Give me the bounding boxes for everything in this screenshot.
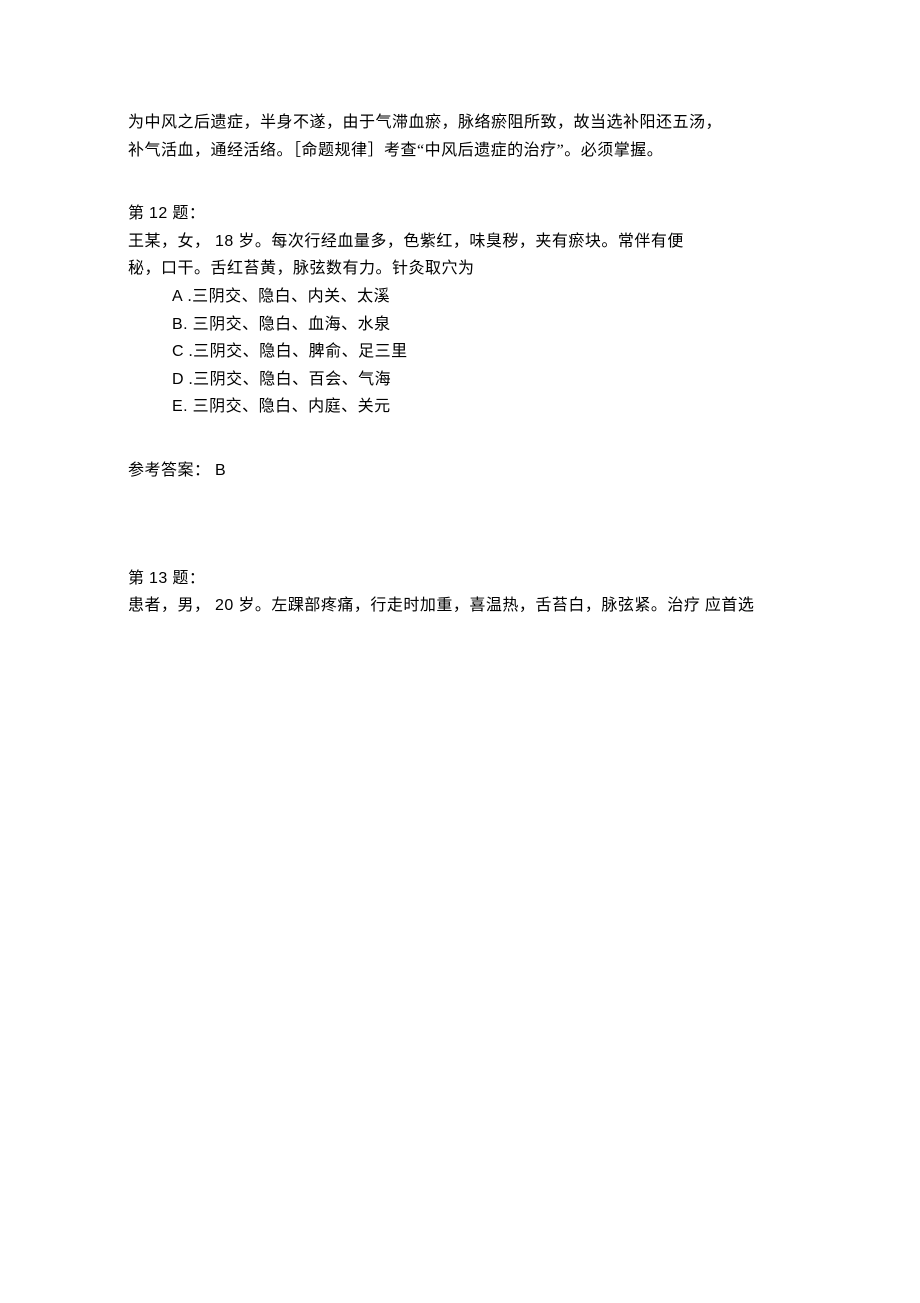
document-content: 为中风之后遗症，半身不遂，由于气滞血瘀，脉络瘀阻所致，故当选补阳还五汤， 补气活… xyxy=(0,0,920,619)
q12-answer-value: B xyxy=(215,462,226,479)
q12-header: 第 12 题： xyxy=(128,201,792,227)
q12-text-line1-a: 王某，女， xyxy=(128,233,215,250)
q13-text-a: 患者，男， xyxy=(128,597,215,614)
q12-option-a: A .三阴交、隐白、内关、太溪 xyxy=(172,284,792,310)
q13-header-num: 13 xyxy=(149,570,168,587)
q12-option-b: B. 三阴交、隐白、血海、水泉 xyxy=(172,312,792,338)
q13-header: 第 13 题： xyxy=(128,566,792,592)
q13-text-num: 20 xyxy=(215,597,234,614)
q12-text-line1-b: 岁。每次行经血量多，色紫红，味臭秽，夹有瘀块。常伴有便 xyxy=(234,233,684,250)
option-a-text: .三阴交、隐白、内关、太溪 xyxy=(183,288,390,305)
q12-header-suffix: 题： xyxy=(168,205,206,222)
q12-text-line2: 秘，口干。舌红苔黄，脉弦数有力。针灸取穴为 xyxy=(128,256,792,282)
option-b-text: 三阴交、隐白、血海、水泉 xyxy=(188,316,391,333)
q13-header-suffix: 题： xyxy=(168,570,206,587)
q12-text-line1: 王某，女， 18 岁。每次行经血量多，色紫红，味臭秽，夹有瘀块。常伴有便 xyxy=(128,229,792,255)
option-d-text: .三阴交、隐白、百会、气海 xyxy=(184,371,391,388)
q13-header-prefix: 第 xyxy=(128,570,149,587)
q13-text: 患者，男， 20 岁。左踝部疼痛，行走时加重，喜温热，舌苔白，脉弦紧。治疗 应首… xyxy=(128,593,792,619)
q12-option-e: E. 三阴交、隐白、内庭、关元 xyxy=(172,394,792,420)
q12-answer-label: 参考答案： xyxy=(128,462,215,479)
q12-option-d: D .三阴交、隐白、百会、气海 xyxy=(172,367,792,393)
option-e-label: E. xyxy=(172,398,188,415)
q12-answer: 参考答案： B xyxy=(128,458,792,484)
option-a-label: A xyxy=(172,288,183,305)
option-b-label: B. xyxy=(172,316,188,333)
q12-header-num: 12 xyxy=(149,205,168,222)
q13-text-b: 岁。左踝部疼痛，行走时加重，喜温热，舌苔白，脉弦紧。治疗 应首选 xyxy=(234,597,755,614)
prev-answer-line2: 补气活血，通经活络。［命题规律］考查“中风后遗症的治疗”。必须掌握。 xyxy=(128,138,792,164)
option-c-text: .三阴交、隐白、脾俞、足三里 xyxy=(184,343,408,360)
option-e-text: 三阴交、隐白、内庭、关元 xyxy=(188,398,391,415)
q12-option-c: C .三阴交、隐白、脾俞、足三里 xyxy=(172,339,792,365)
option-c-label: C xyxy=(172,343,184,360)
q12-text-line1-num: 18 xyxy=(215,233,234,250)
option-d-label: D xyxy=(172,371,184,388)
prev-answer-line1: 为中风之后遗症，半身不遂，由于气滞血瘀，脉络瘀阻所致，故当选补阳还五汤， xyxy=(128,110,792,136)
q12-header-prefix: 第 xyxy=(128,205,149,222)
